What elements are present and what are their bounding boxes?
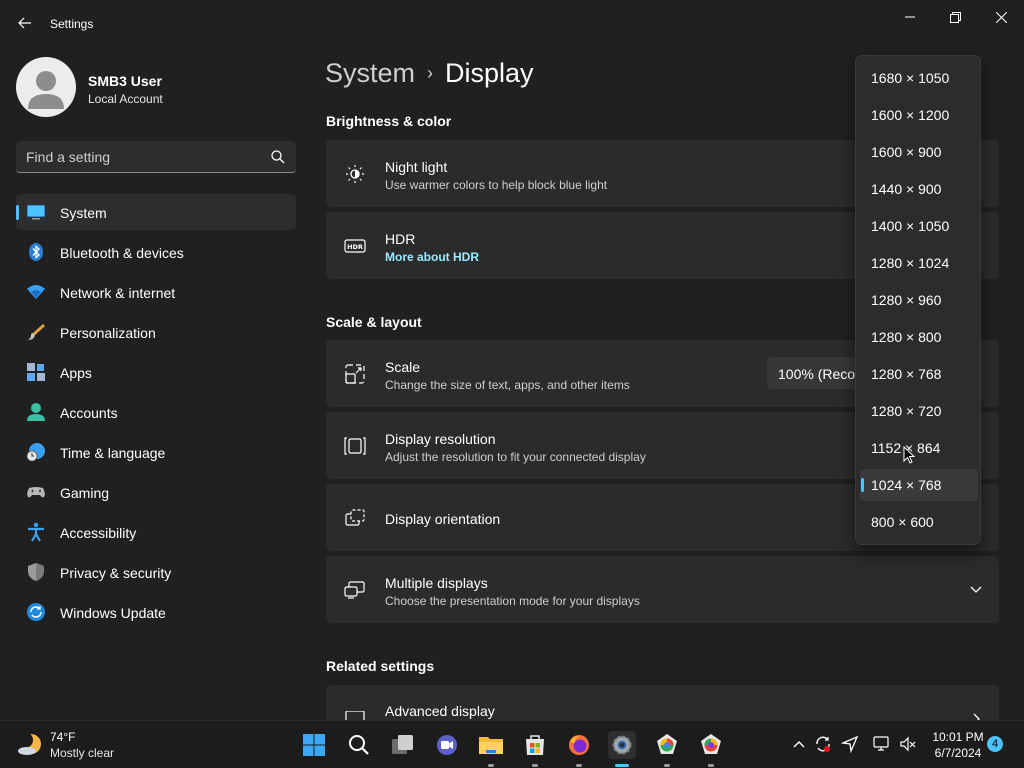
settings-icon[interactable] — [608, 731, 636, 767]
avatar — [16, 57, 76, 117]
sidebar-item-accessibility[interactable]: Accessibility — [16, 514, 296, 550]
resolution-option[interactable]: 1600 × 900 — [860, 136, 978, 168]
resolution-option[interactable]: 1440 × 900 — [860, 173, 978, 205]
file-explorer-icon[interactable] — [477, 731, 505, 767]
sync-icon[interactable] — [814, 735, 832, 753]
scale-icon — [345, 364, 365, 384]
globe-clock-icon — [26, 443, 45, 462]
sidebar-item-windows-update[interactable]: Windows Update — [16, 594, 296, 630]
apps-icon — [27, 363, 45, 381]
svg-text:HDR: HDR — [347, 243, 363, 251]
store-icon[interactable] — [521, 731, 549, 767]
sidebar-item-apps[interactable]: Apps — [16, 354, 296, 390]
teams-chat-icon[interactable] — [433, 731, 461, 759]
resolution-option-selected[interactable]: 1024 × 768 — [860, 469, 978, 501]
close-icon[interactable] — [986, 6, 1016, 28]
advanced-display-card[interactable]: Advanced display — [326, 685, 999, 725]
accessibility-icon — [28, 522, 44, 542]
shield-icon — [28, 563, 44, 581]
resolution-icon — [344, 437, 366, 455]
update-icon — [27, 603, 45, 621]
resolution-option[interactable]: 1400 × 1050 — [860, 210, 978, 242]
hdr-icon: HDR — [344, 239, 366, 253]
firefox-icon[interactable] — [565, 731, 593, 767]
resolution-dropdown-list[interactable]: 1680 × 1050 1600 × 1200 1600 × 900 1440 … — [855, 55, 981, 545]
sidebar-item-time-language[interactable]: Time & language — [16, 434, 296, 470]
app-title: Settings — [50, 17, 94, 31]
chevron-down-icon[interactable] — [969, 582, 983, 596]
chevron-up-icon[interactable] — [790, 735, 808, 753]
sidebar-nav: System Bluetooth & devices Network & int… — [16, 194, 296, 634]
chromium-app-2-icon[interactable] — [697, 731, 725, 767]
resolution-option[interactable]: 1680 × 1050 — [860, 62, 978, 94]
breadcrumb-parent[interactable]: System — [325, 58, 415, 88]
section-brightness-color: Brightness & color — [326, 113, 452, 129]
night-light-icon — [346, 165, 364, 183]
clock-date[interactable]: 6/7/2024 — [930, 746, 986, 760]
system-icon — [27, 205, 45, 220]
bluetooth-icon — [29, 243, 43, 261]
title-bar: Settings — [0, 0, 1024, 48]
account-type: Local Account — [88, 92, 163, 106]
orientation-icon — [345, 509, 365, 526]
chevron-right-icon: › — [427, 63, 434, 83]
wifi-icon — [27, 285, 45, 299]
person-icon — [27, 403, 45, 421]
taskbar: 74°F Mostly clear 10:01 PM 6/7/2024 4 — [0, 720, 1024, 768]
back-arrow-icon[interactable] — [14, 12, 36, 34]
sidebar-item-accounts[interactable]: Accounts — [16, 394, 296, 430]
search-input[interactable] — [26, 141, 266, 172]
resolution-option[interactable]: 1280 × 768 — [860, 358, 978, 390]
multiple-displays-icon — [344, 581, 365, 599]
search-icon[interactable] — [270, 149, 286, 165]
brush-icon — [28, 324, 45, 340]
sidebar-item-gaming[interactable]: Gaming — [16, 474, 296, 510]
resolution-option[interactable]: 1280 × 720 — [860, 395, 978, 427]
breadcrumb: System › Display — [325, 58, 534, 89]
location-icon[interactable] — [841, 735, 859, 753]
clock-time[interactable]: 10:01 PM — [930, 730, 986, 744]
section-related-settings: Related settings — [326, 658, 435, 674]
network-icon[interactable] — [873, 735, 891, 753]
minimize-icon[interactable] — [895, 6, 925, 28]
sidebar-item-personalization[interactable]: Personalization — [16, 314, 296, 350]
sidebar-item-system[interactable]: System — [16, 194, 296, 230]
more-about-hdr-link[interactable]: More about HDR — [385, 250, 479, 264]
chromium-app-icon[interactable] — [653, 731, 681, 767]
page-title: Display — [445, 58, 534, 88]
resolution-option[interactable]: 1280 × 800 — [860, 321, 978, 353]
restore-icon[interactable] — [940, 6, 970, 28]
start-icon[interactable] — [300, 731, 328, 759]
resolution-option[interactable]: 1280 × 960 — [860, 284, 978, 316]
search-box[interactable] — [16, 141, 296, 173]
mouse-cursor-icon — [903, 446, 915, 464]
sidebar-item-network[interactable]: Network & internet — [16, 274, 296, 310]
moon-icon — [17, 732, 41, 755]
resolution-option[interactable]: 1600 × 1200 — [860, 99, 978, 131]
volume-muted-icon[interactable] — [899, 735, 917, 753]
sidebar-item-bluetooth[interactable]: Bluetooth & devices — [16, 234, 296, 270]
notification-badge[interactable]: 4 — [987, 736, 1003, 752]
task-view-icon[interactable] — [389, 731, 417, 759]
user-name: SMB3 User — [88, 73, 162, 89]
resolution-option[interactable]: 1152 × 864 — [860, 432, 978, 464]
multiple-displays-card[interactable]: Multiple displays Choose the presentatio… — [326, 556, 999, 623]
resolution-option[interactable]: 1280 × 1024 — [860, 247, 978, 279]
sidebar-item-privacy-security[interactable]: Privacy & security — [16, 554, 296, 590]
gamepad-icon — [27, 487, 45, 498]
resolution-option[interactable]: 800 × 600 — [860, 506, 978, 538]
section-scale-layout: Scale & layout — [326, 314, 422, 330]
search-icon[interactable] — [345, 731, 373, 759]
